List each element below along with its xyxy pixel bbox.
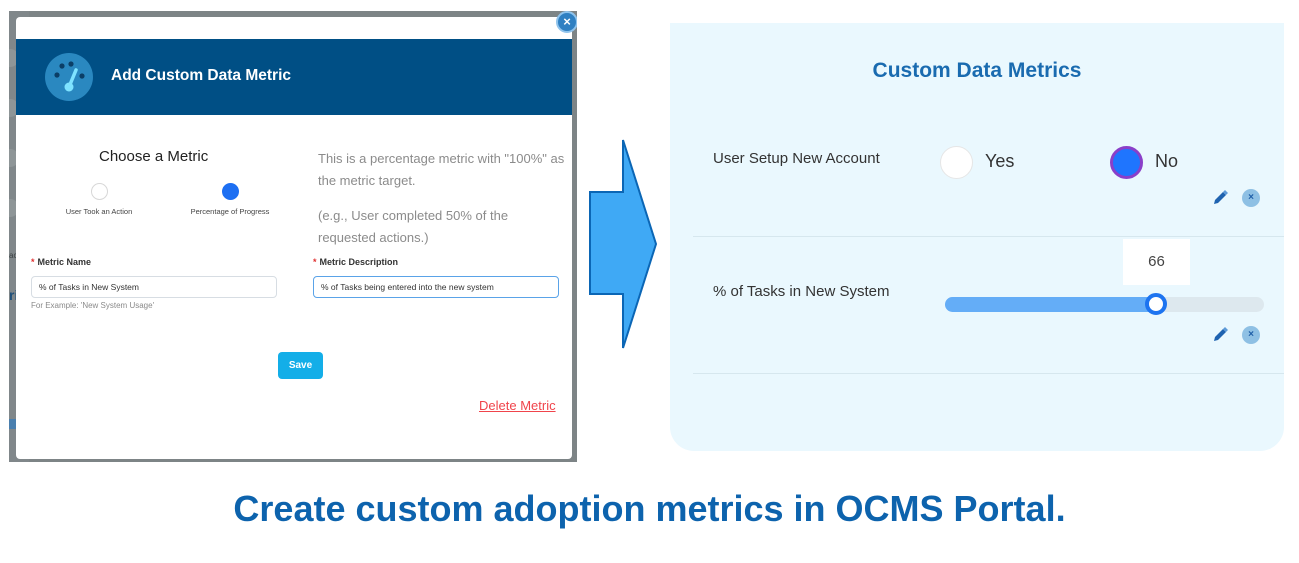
metric-name-hint: For Example: 'New System Usage' [31, 301, 155, 310]
close-icon[interactable]: × [556, 11, 577, 33]
close-circle-icon[interactable]: × [1242, 189, 1260, 207]
modal-header: Add Custom Data Metric [16, 39, 572, 115]
add-metric-screenshot: ac ac ac ac ri Choose a Metric User Took… [9, 11, 577, 462]
custom-data-metrics-panel: Custom Data Metrics User Setup New Accou… [670, 23, 1284, 451]
panel-title: Custom Data Metrics [872, 59, 1082, 82]
divider [693, 373, 1284, 374]
description-example: (e.g., User completed 50% of the request… [318, 208, 509, 245]
slide: ac ac ac ac ri Choose a Metric User Took… [0, 0, 1299, 563]
metric-type-option-action[interactable]: User Took an Action [49, 183, 149, 216]
slide-caption: Create custom adoption metrics in OCMS P… [233, 488, 1066, 529]
choose-metric-heading: Choose a Metric [99, 148, 209, 165]
radio-yes-label: Yes [985, 151, 1015, 171]
radio-yes[interactable] [940, 146, 973, 179]
metric-label: User Setup New Account [713, 150, 880, 167]
modal-title: Add Custom Data Metric [111, 67, 291, 84]
close-circle-icon[interactable]: × [1242, 326, 1260, 344]
description-line: This is a percentage metric with "100%" … [318, 151, 565, 188]
speedometer-icon [45, 53, 93, 101]
pencil-icon[interactable] [1211, 189, 1229, 212]
divider [693, 236, 1284, 237]
metric-type-description: This is a percentage metric with "100%" … [318, 148, 568, 248]
right-arrow-icon [588, 138, 660, 355]
slider-value-tooltip: 66 [1123, 239, 1190, 285]
percentage-slider[interactable] [945, 293, 1264, 315]
delete-metric-link[interactable]: Delete Metric [479, 398, 556, 413]
required-mark: * [313, 257, 317, 267]
metric-description-input[interactable]: % of Tasks being entered into the new sy… [313, 276, 559, 298]
option-label: User Took an Action [65, 207, 133, 216]
metric-label: % of Tasks in New System [713, 283, 890, 300]
metric-description-label: * Metric Description [313, 257, 398, 267]
metric-name-label: * Metric Name [31, 257, 91, 267]
required-mark: * [31, 257, 35, 267]
metric-type-option-percentage[interactable]: Percentage of Progress [180, 183, 280, 216]
radio-user-took-action[interactable] [90, 183, 108, 200]
radio-no[interactable] [1110, 146, 1143, 179]
save-button[interactable]: Save [278, 352, 323, 379]
slider-fill [945, 297, 1156, 312]
radio-percentage-progress[interactable] [221, 183, 239, 200]
option-label: Percentage of Progress [190, 207, 270, 216]
pencil-icon[interactable] [1211, 326, 1229, 349]
slider-thumb[interactable] [1145, 293, 1167, 315]
radio-no-label: No [1155, 151, 1179, 171]
metric-name-input[interactable]: % of Tasks in New System [31, 276, 277, 298]
label-text: Metric Description [319, 257, 399, 267]
label-text: Metric Name [37, 257, 92, 267]
